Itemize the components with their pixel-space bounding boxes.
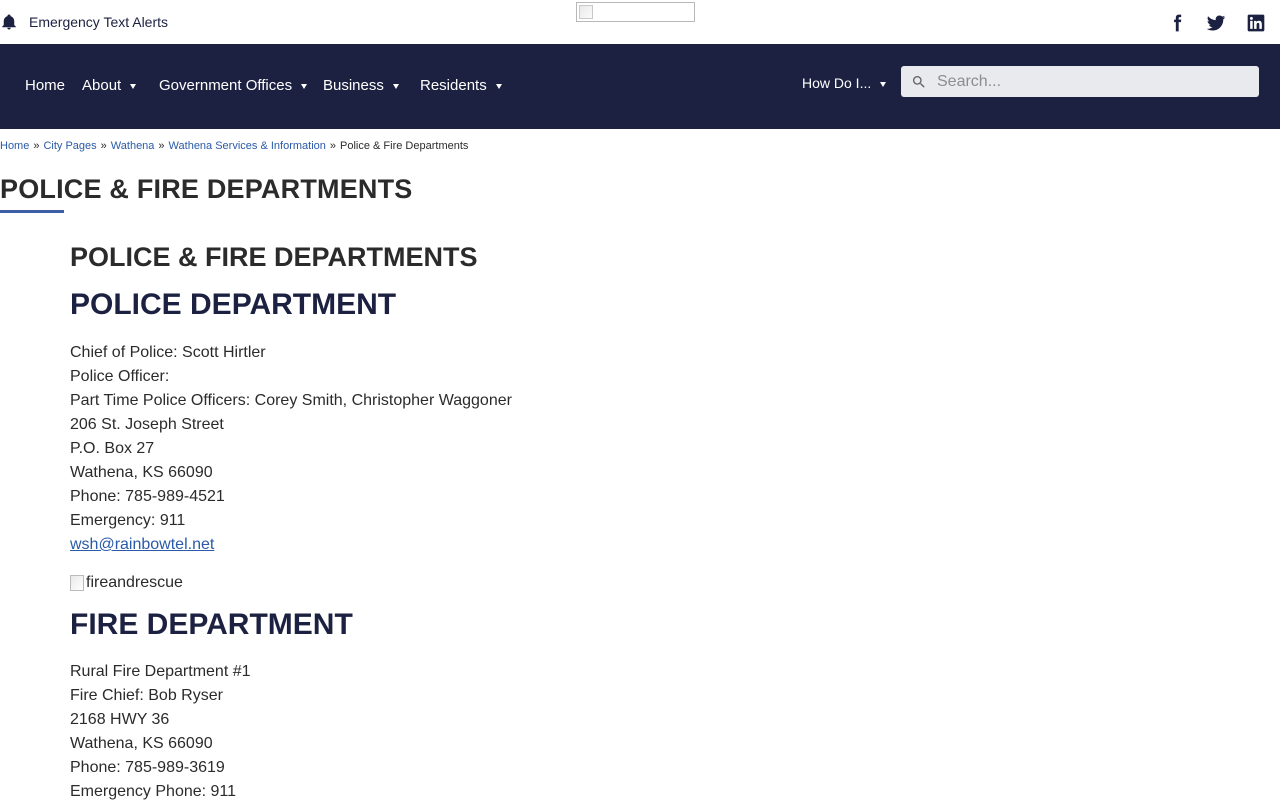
fire-department-info: Rural Fire Department #1 Fire Chief: Bob… (70, 660, 770, 800)
breadcrumb: Home» City Pages» Wathena» Wathena Services… (0, 140, 468, 152)
nav-item-label: Government Offices (159, 76, 293, 94)
nav-item-label: Home (25, 76, 66, 94)
nav-item-label: Residents (420, 76, 487, 94)
facebook-icon (1174, 14, 1182, 32)
info-line: Rural Fire Department #1 (70, 663, 251, 680)
info-line: Phone: 785-989-4521 (70, 488, 225, 505)
caret-down-icon (301, 83, 308, 89)
site-logo[interactable] (576, 2, 695, 22)
emergency-text-alerts-label: Emergency Text Alerts (29, 14, 169, 30)
emergency-text-alerts-link[interactable]: Emergency Text Alerts (0, 12, 168, 32)
nav-item-business[interactable]: Business (323, 75, 399, 95)
search-input[interactable] (937, 72, 1237, 91)
image-alt-text: fireandrescue (86, 574, 183, 591)
how-do-i-label: How Do I... (802, 75, 872, 91)
breadcrumb-current: Police & Fire Departments (340, 140, 469, 152)
info-line: Emergency Phone: 911 (70, 783, 237, 800)
breadcrumb-link-wathena[interactable]: Wathena (111, 140, 155, 152)
info-line: Fire Chief: Bob Ryser (70, 687, 223, 704)
caret-down-icon (392, 83, 399, 89)
nav-item-about[interactable]: About (82, 75, 137, 95)
nav-item-residents[interactable]: Residents (420, 75, 502, 95)
breadcrumb-separator: » (33, 140, 40, 152)
fire-department-heading: FIRE DEPARTMENT (70, 608, 353, 641)
info-line: 206 St. Joseph Street (70, 416, 224, 433)
caret-down-icon (130, 83, 137, 89)
how-do-i-menu[interactable]: How Do I... (802, 73, 887, 93)
title-underline (0, 210, 64, 213)
nav-item-label: Business (323, 76, 384, 94)
breadcrumb-separator: » (329, 140, 337, 152)
breadcrumb-link-wathena-services[interactable]: Wathena Services & Information (169, 140, 326, 152)
broken-image-icon (70, 575, 84, 591)
facebook-link[interactable] (1166, 12, 1188, 34)
info-line: Part Time Police Officers: Corey Smith, … (70, 392, 512, 409)
caret-down-icon (880, 81, 887, 87)
top-bar: Emergency Text Alerts (0, 0, 1280, 44)
caret-down-icon (495, 83, 502, 89)
info-line: Phone: 785-989-3619 (70, 759, 225, 776)
main-content: POLICE & FIRE DEPARTMENTS POLICE DEPARTM… (70, 240, 770, 800)
nav-item-government-offices[interactable]: Government Offices (159, 75, 308, 95)
bell-icon (2, 14, 16, 30)
fire-and-rescue-image: fireandrescue (70, 571, 770, 595)
breadcrumb-separator: » (100, 140, 107, 152)
info-line: Emergency: 911 (70, 512, 186, 529)
page-title: POLICE & FIRE DEPARTMENTS (0, 174, 413, 204)
linkedin-icon (1247, 14, 1265, 32)
info-line: 2168 HWY 36 (70, 711, 170, 728)
main-navigation: Home About Government Offices Business R… (0, 44, 1280, 129)
search-box (901, 66, 1259, 97)
nav-item-home[interactable]: Home (25, 75, 65, 95)
info-line: Police Officer: (70, 368, 170, 385)
info-line: P.O. Box 27 (70, 440, 155, 457)
breadcrumb-link-home[interactable]: Home (0, 140, 29, 152)
content-heading: POLICE & FIRE DEPARTMENTS (70, 242, 478, 272)
police-department-info: Chief of Police: Scott Hirtler Police Of… (70, 341, 770, 557)
info-line: Chief of Police: Scott Hirtler (70, 344, 266, 361)
nav-item-label: About (82, 76, 122, 94)
info-line: Wathena, KS 66090 (70, 464, 213, 481)
search-icon (913, 75, 925, 88)
twitter-icon (1206, 15, 1226, 31)
linkedin-link[interactable] (1245, 12, 1267, 34)
breadcrumb-separator: » (158, 140, 165, 152)
twitter-link[interactable] (1205, 12, 1227, 34)
police-email-link[interactable]: wsh@rainbowtel.net (70, 536, 214, 553)
info-line: Wathena, KS 66090 (70, 735, 213, 752)
police-department-heading: POLICE DEPARTMENT (70, 288, 397, 321)
breadcrumb-link-city-pages[interactable]: City Pages (43, 140, 96, 152)
